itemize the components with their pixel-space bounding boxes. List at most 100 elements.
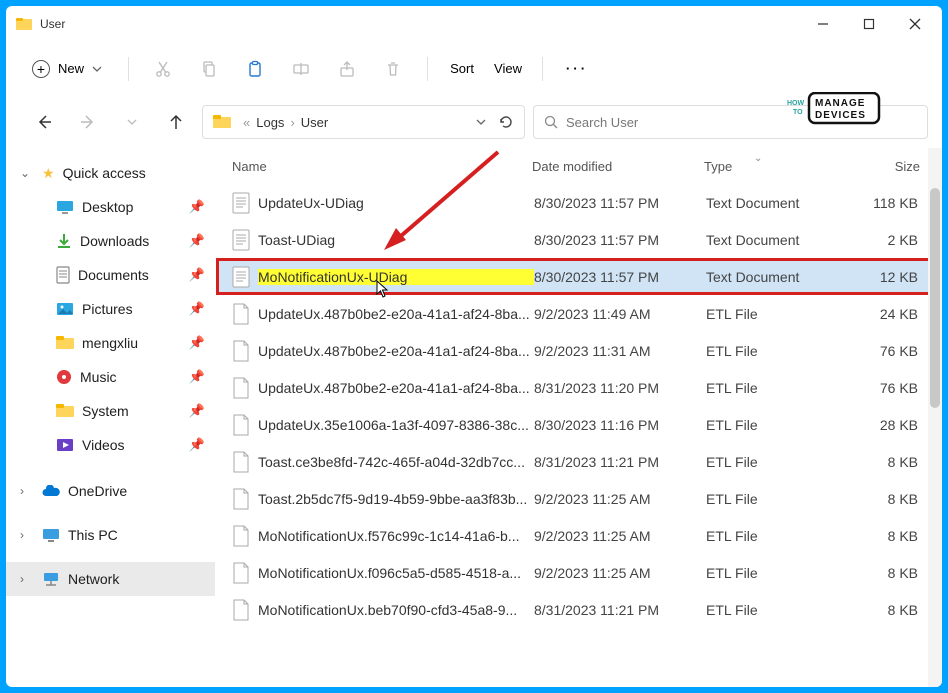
file-name: Toast-UDiag — [258, 232, 534, 248]
file-type: ETL File — [706, 528, 864, 544]
sidebar-item-documents[interactable]: Documents📌 — [6, 258, 215, 292]
file-row[interactable]: Toast.2b5dc7f5-9d19-4b59-9bbe-aa3f83b...… — [216, 480, 940, 517]
copy-button[interactable] — [189, 49, 229, 89]
sidebar-item-label: Music — [80, 369, 117, 385]
sidebar: ⌄ ★ Quick access Desktop 📌 Downloads📌Docum… — [6, 148, 216, 687]
scrollbar[interactable] — [928, 148, 942, 687]
file-row[interactable]: MoNotificationUx-UDiag8/30/2023 11:57 PM… — [216, 258, 940, 295]
file-date: 8/31/2023 11:21 PM — [534, 454, 706, 470]
file-row[interactable]: UpdateUx-UDiag8/30/2023 11:57 PMText Doc… — [216, 184, 940, 221]
window-controls — [800, 6, 938, 42]
sidebar-item-music[interactable]: Music📌 — [6, 360, 215, 394]
file-type: ETL File — [706, 380, 864, 396]
refresh-icon[interactable] — [498, 114, 514, 130]
scrollbar-thumb[interactable] — [930, 188, 940, 408]
sidebar-item-mengxliu[interactable]: mengxliu 📌 — [6, 326, 215, 360]
main-area: ⌄ ★ Quick access Desktop 📌 Downloads📌Docum… — [6, 148, 942, 687]
file-icon — [232, 303, 250, 325]
share-button[interactable] — [327, 49, 367, 89]
address-bar[interactable]: « Logs › User — [202, 105, 525, 139]
file-row[interactable]: MoNotificationUx.beb70f90-cfd3-45a8-9...… — [216, 591, 940, 628]
column-headers: Name Date modified ⌄ Type Size — [216, 148, 942, 184]
sidebar-network[interactable]: › Network — [6, 562, 215, 596]
file-row[interactable]: UpdateUx.487b0be2-e20a-41a1-af24-8ba...9… — [216, 332, 940, 369]
file-icon — [232, 562, 250, 584]
file-row[interactable]: MoNotificationUx.f096c5a5-d585-4518-a...… — [216, 554, 940, 591]
sidebar-item-downloads[interactable]: Downloads📌 — [6, 224, 215, 258]
forward-button[interactable] — [70, 104, 106, 140]
sidebar-item-label: Videos — [82, 437, 125, 453]
sort-button[interactable]: Sort — [442, 49, 482, 89]
pin-icon: 📌 — [189, 301, 205, 317]
pictures-icon — [56, 302, 74, 316]
file-type: ETL File — [706, 417, 864, 433]
file-name: UpdateUx.35e1006a-1a3f-4097-8386-38c... — [258, 417, 534, 433]
column-name[interactable]: Name — [232, 159, 532, 174]
breadcrumb-item[interactable]: User — [301, 115, 328, 130]
recent-dropdown[interactable] — [114, 104, 150, 140]
file-row[interactable]: UpdateUx.487b0be2-e20a-41a1-af24-8ba...8… — [216, 369, 940, 406]
pin-icon: 📌 — [189, 335, 205, 351]
file-name: UpdateUx.487b0be2-e20a-41a1-af24-8ba... — [258, 380, 534, 396]
file-icon — [232, 192, 250, 214]
rename-button[interactable] — [281, 49, 321, 89]
chevron-right-icon: › — [20, 572, 34, 586]
file-name: MoNotificationUx.f576c99c-1c14-41a6-b... — [258, 528, 534, 544]
documents-icon — [56, 266, 70, 284]
file-size: 8 KB — [864, 491, 926, 507]
file-row[interactable]: UpdateUx.35e1006a-1a3f-4097-8386-38c...8… — [216, 406, 940, 443]
sidebar-item-label: mengxliu — [82, 335, 138, 351]
sidebar-quick-access[interactable]: ⌄ ★ Quick access — [6, 156, 215, 190]
pin-icon: 📌 — [189, 199, 205, 215]
sidebar-item-pictures[interactable]: Pictures 📌 — [6, 292, 215, 326]
view-button[interactable]: View — [488, 49, 528, 89]
column-size[interactable]: Size — [862, 159, 928, 174]
file-name: UpdateUx-UDiag — [258, 195, 534, 211]
more-button[interactable]: ··· — [557, 49, 597, 89]
sidebar-item-label: Pictures — [82, 301, 133, 317]
sort-label: Sort — [450, 61, 474, 76]
file-date: 9/2/2023 11:25 AM — [534, 565, 706, 581]
minimize-button[interactable] — [800, 6, 846, 42]
sidebar-item-label: Desktop — [82, 199, 133, 215]
file-date: 9/2/2023 11:25 AM — [534, 528, 706, 544]
close-button[interactable] — [892, 6, 938, 42]
delete-button[interactable] — [373, 49, 413, 89]
sidebar-item-desktop[interactable]: Desktop 📌 — [6, 190, 215, 224]
maximize-button[interactable] — [846, 6, 892, 42]
file-row[interactable]: MoNotificationUx.f576c99c-1c14-41a6-b...… — [216, 517, 940, 554]
file-size: 76 KB — [864, 343, 926, 359]
videos-icon — [56, 438, 74, 452]
file-type: ETL File — [706, 306, 864, 322]
file-type: ETL File — [706, 565, 864, 581]
folder-icon — [56, 336, 74, 350]
file-icon — [232, 340, 250, 362]
file-list[interactable]: UpdateUx-UDiag8/30/2023 11:57 PMText Doc… — [216, 184, 942, 687]
sidebar-this-pc[interactable]: › This PC — [6, 518, 215, 552]
column-date[interactable]: Date modified — [532, 159, 704, 174]
cut-button[interactable] — [143, 49, 183, 89]
chevron-down-icon[interactable] — [476, 119, 486, 125]
up-button[interactable] — [158, 104, 194, 140]
folder-icon — [56, 404, 74, 418]
paste-button[interactable] — [235, 49, 275, 89]
back-button[interactable] — [26, 104, 62, 140]
sidebar-item-videos[interactable]: Videos📌 — [6, 428, 215, 462]
file-row[interactable]: Toast-UDiag8/30/2023 11:57 PMText Docume… — [216, 221, 940, 258]
file-row[interactable]: Toast.ce3be8fd-742c-465f-a04d-32db7cc...… — [216, 443, 940, 480]
sidebar-onedrive[interactable]: › OneDrive — [6, 474, 215, 508]
downloads-icon — [56, 233, 72, 249]
column-type[interactable]: ⌄ Type — [704, 159, 862, 174]
file-date: 8/31/2023 11:21 PM — [534, 602, 706, 618]
sidebar-item-system[interactable]: System📌 — [6, 394, 215, 428]
breadcrumb-item[interactable]: Logs — [256, 115, 284, 130]
svg-text:TO: TO — [793, 109, 803, 116]
new-button[interactable]: + New — [20, 54, 114, 84]
file-date: 8/30/2023 11:57 PM — [534, 195, 706, 211]
chevron-down-icon: ⌄ — [20, 166, 34, 180]
pc-icon — [42, 528, 60, 542]
breadcrumb-separator: › — [290, 115, 294, 130]
file-name: UpdateUx.487b0be2-e20a-41a1-af24-8ba... — [258, 343, 534, 359]
file-row[interactable]: UpdateUx.487b0be2-e20a-41a1-af24-8ba...9… — [216, 295, 940, 332]
file-name: MoNotificationUx-UDiag — [258, 269, 534, 285]
